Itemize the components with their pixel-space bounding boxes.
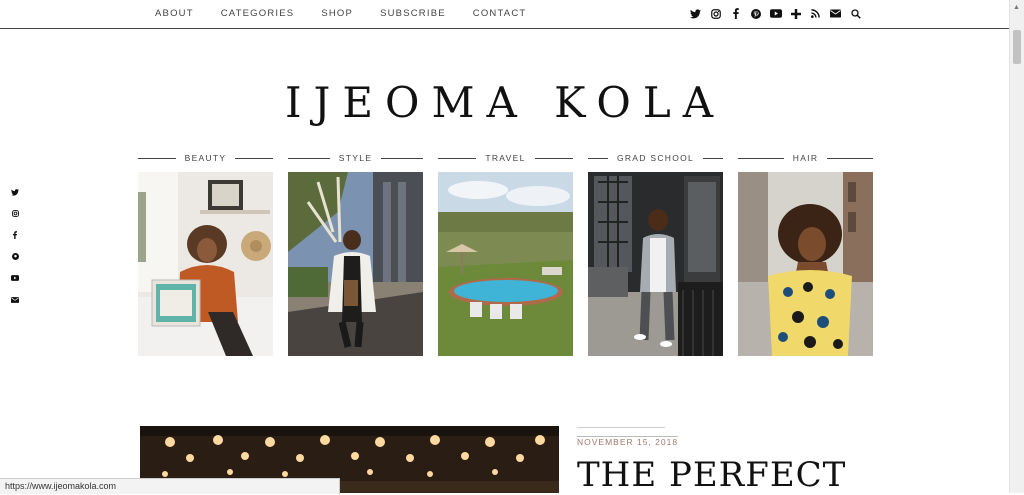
search-icon[interactable] — [849, 7, 862, 20]
side-social-bar — [9, 186, 21, 315]
category-style-image[interactable] — [288, 172, 423, 356]
nav-shop[interactable]: SHOP — [321, 8, 353, 19]
site-logo[interactable]: IJEOMA KOLA — [0, 78, 1010, 127]
category-travel-image[interactable] — [438, 172, 573, 356]
status-bar-url: https://www.ijeomakola.com — [0, 478, 340, 494]
main-menu: ABOUT CATEGORIES SHOP SUBSCRIBE CONTACT — [155, 8, 553, 19]
twitter-icon[interactable] — [9, 186, 21, 198]
facebook-icon[interactable] — [9, 229, 21, 241]
top-navigation: ABOUT CATEGORIES SHOP SUBSCRIBE CONTACT — [0, 0, 1010, 29]
instagram-icon[interactable] — [9, 208, 21, 220]
youtube-icon[interactable] — [9, 272, 21, 284]
category-style[interactable]: STYLE — [288, 152, 423, 356]
category-label: STYLE — [338, 153, 373, 163]
category-travel[interactable]: TRAVEL — [438, 152, 573, 356]
nav-about[interactable]: ABOUT — [155, 8, 194, 19]
youtube-icon[interactable] — [769, 7, 782, 20]
category-hair[interactable]: HAIR — [738, 152, 874, 356]
post-title[interactable]: THE PERFECT — [577, 455, 846, 495]
facebook-icon[interactable] — [729, 7, 742, 20]
scrollbar[interactable]: ▲ — [1009, 0, 1024, 493]
category-label: GRAD SCHOOL — [616, 153, 695, 163]
instagram-icon[interactable] — [709, 7, 722, 20]
bloglovin-icon[interactable] — [789, 7, 802, 20]
category-beauty-image[interactable] — [138, 172, 273, 356]
twitter-icon[interactable] — [689, 7, 702, 20]
nav-categories[interactable]: CATEGORIES — [221, 8, 295, 19]
category-grad-school[interactable]: GRAD SCHOOL — [588, 152, 723, 356]
post-date: NOVEMBER 15, 2018 — [577, 436, 679, 447]
category-label: TRAVEL — [485, 153, 526, 163]
pinterest-icon[interactable] — [749, 7, 762, 20]
scroll-up-icon[interactable]: ▲ — [1013, 4, 1020, 11]
post-date-divider — [577, 427, 665, 428]
top-social-icons — [682, 7, 862, 20]
pinterest-icon[interactable] — [9, 251, 21, 263]
nav-subscribe[interactable]: SUBSCRIBE — [380, 8, 446, 19]
category-grid: BEAUTY STYLE TRAVEL GRAD SCHOOL HAIR — [138, 152, 874, 357]
category-beauty[interactable]: BEAUTY — [138, 152, 273, 356]
rss-icon[interactable] — [809, 7, 822, 20]
category-label: HAIR — [792, 153, 819, 163]
email-icon[interactable] — [829, 7, 842, 20]
category-grad-school-image[interactable] — [588, 172, 723, 356]
category-hair-image[interactable] — [738, 172, 873, 356]
scrollbar-thumb[interactable] — [1013, 30, 1021, 64]
nav-contact[interactable]: CONTACT — [473, 8, 527, 19]
email-icon[interactable] — [9, 294, 21, 306]
category-label: BEAUTY — [184, 153, 227, 163]
